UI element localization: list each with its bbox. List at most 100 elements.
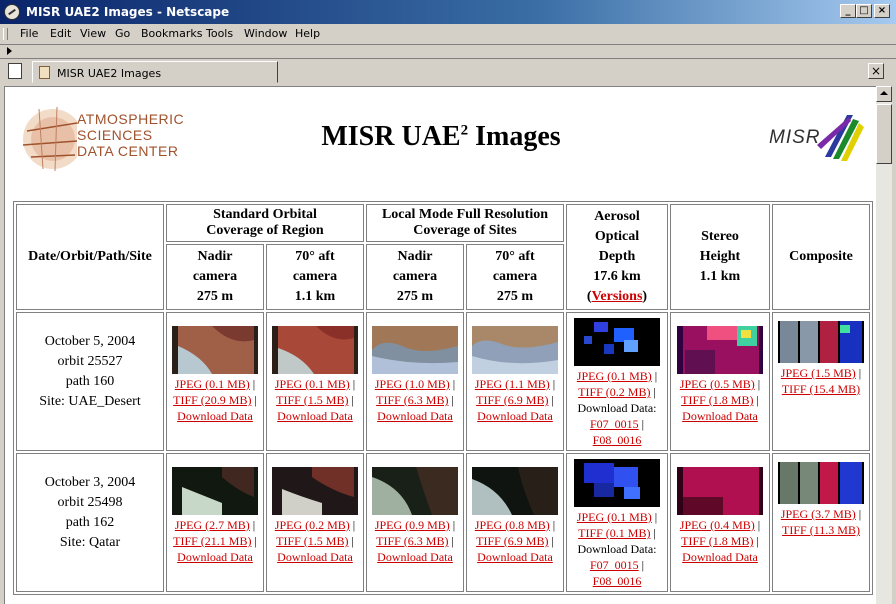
close-window-button[interactable]: × [874,4,890,18]
aerosol-thumbnail[interactable] [574,318,660,366]
netscape-icon[interactable] [4,4,20,20]
menu-bar: File Edit View Go Bookmarks Tools Window… [0,24,896,45]
download-data-link[interactable]: Download Data [682,550,758,564]
stereo-line1: Stereo [701,229,739,244]
expand-toolbar-icon[interactable] [7,47,12,55]
versions-link[interactable]: Versions [592,289,643,304]
download-data-link[interactable]: Download Data [682,409,758,423]
tiff-link[interactable]: TIFF (1.8 MB) [681,534,753,548]
tiff-link[interactable]: TIFF (20.9 MB) [173,393,251,407]
composite-thumbnail[interactable] [778,462,864,504]
jpeg-link[interactable]: JPEG (0.9 MB) [375,518,450,532]
download-data-link[interactable]: Download Data [377,550,453,564]
tiff-link[interactable]: TIFF (11.3 MB) [782,523,860,537]
local-nadir-cell: JPEG (0.9 MB) | TIFF (6.3 MB) | Download… [366,453,464,592]
download-data-link[interactable]: Download Data [377,409,453,423]
jpeg-link[interactable]: JPEG (1.1 MB) [475,377,550,391]
window-title: MISR UAE2 Images - Netscape [26,5,230,19]
loc-nadir-l2: camera [392,269,438,284]
tiff-link[interactable]: TIFF (1.8 MB) [681,393,753,407]
f08-link[interactable]: F08_0016 [593,433,642,447]
table-row: October 3, 2004 orbit 25498 path 162 Sit… [16,453,870,592]
new-tab-icon[interactable] [8,63,22,79]
std-aft-thumbnail[interactable] [272,326,358,374]
f07-link[interactable]: F07_0015 [590,558,639,572]
stereo-thumbnail[interactable] [677,467,763,515]
f08-link[interactable]: F08_0016 [593,574,642,588]
jpeg-link[interactable]: JPEG (1.0 MB) [375,377,450,391]
row-orbit: orbit 25527 [57,353,123,369]
vertical-scrollbar[interactable] [876,86,892,604]
jpeg-link[interactable]: JPEG (0.5 MB) [680,377,755,391]
menu-view[interactable]: View [80,27,106,40]
close-tab-button[interactable]: × [868,63,884,79]
col-header-composite: Composite [772,204,870,310]
scroll-thumb[interactable] [876,104,892,164]
menu-help[interactable]: Help [295,27,320,40]
download-data-link[interactable]: Download Data [477,550,553,564]
std-aft-thumbnail[interactable] [272,467,358,515]
tab-misr-uae2[interactable]: MISR UAE2 Images [32,61,278,83]
jpeg-link[interactable]: JPEG (0.2 MB) [275,518,350,532]
tiff-link[interactable]: TIFF (6.9 MB) [476,393,548,407]
download-data-link[interactable]: Download Data [477,409,553,423]
menu-window[interactable]: Window [244,27,287,40]
jpeg-link[interactable]: JPEG (0.1 MB) [577,510,652,524]
jpeg-link[interactable]: JPEG (1.5 MB) [781,366,856,380]
jpeg-link[interactable]: JPEG (0.1 MB) [175,377,250,391]
minimize-button[interactable]: _ [840,4,856,18]
f07-link[interactable]: F07_0015 [590,417,639,431]
local-aft-thumbnail[interactable] [472,467,558,515]
menu-grip[interactable] [3,28,8,40]
tiff-link[interactable]: TIFF (6.3 MB) [376,393,448,407]
table-row: October 5, 2004 orbit 25527 path 160 Sit… [16,312,870,451]
row-date: October 5, 2004 [44,333,136,349]
scroll-up-button[interactable] [876,86,892,102]
std-nadir-thumbnail[interactable] [172,467,258,515]
local-aft-cell: JPEG (0.8 MB) | TIFF (6.9 MB) | Download… [466,453,564,592]
download-data-link[interactable]: Download Data [277,409,353,423]
tiff-link[interactable]: TIFF (21.1 MB) [173,534,251,548]
tiff-link[interactable]: TIFF (6.3 MB) [376,534,448,548]
maximize-button[interactable]: □ [856,4,872,18]
col-header-std-aft: 70° aft camera 1.1 km [266,244,364,310]
menu-go[interactable]: Go [115,27,130,40]
std-aft-l2: camera [292,269,338,284]
col-group-local: Local Mode Full Resolution Coverage of Si… [366,204,564,242]
jpeg-link[interactable]: JPEG (0.1 MB) [275,377,350,391]
std-aft-l3: 1.1 km [294,289,336,304]
menu-edit[interactable]: Edit [50,27,71,40]
stereo-line2: Height [699,249,741,264]
menu-file[interactable]: File [20,27,38,40]
tiff-link[interactable]: TIFF (6.9 MB) [476,534,548,548]
jpeg-link[interactable]: JPEG (0.1 MB) [577,369,652,383]
download-data-link[interactable]: Download Data [177,550,253,564]
download-data-link[interactable]: Download Data [177,409,253,423]
jpeg-link[interactable]: JPEG (2.7 MB) [175,518,250,532]
aerosol-thumbnail[interactable] [574,459,660,507]
local-nadir-thumbnail[interactable] [372,467,458,515]
local-nadir-thumbnail[interactable] [372,326,458,374]
stereo-thumbnail[interactable] [677,326,763,374]
col-header-local-aft: 70° aft camera 275 m [466,244,564,310]
tiff-link[interactable]: TIFF (0.1 MB) [578,526,650,540]
std-nadir-l1: Nadir [197,249,233,264]
jpeg-link[interactable]: JPEG (0.4 MB) [680,518,755,532]
std-nadir-l3: 275 m [196,289,234,304]
tiff-link[interactable]: TIFF (1.5 MB) [276,393,348,407]
download-data-link[interactable]: Download Data [277,550,353,564]
menu-bookmarks[interactable]: Bookmarks [141,27,202,40]
group-local-line2: Coverage of Sites [413,223,517,238]
tiff-link[interactable]: TIFF (1.5 MB) [276,534,348,548]
download-data-label: Download Data: [577,401,657,415]
composite-thumbnail[interactable] [778,321,864,363]
loc-nadir-l1: Nadir [397,249,433,264]
std-nadir-thumbnail[interactable] [172,326,258,374]
tiff-link[interactable]: TIFF (15.4 MB) [782,382,860,396]
jpeg-link[interactable]: JPEG (3.7 MB) [781,507,856,521]
local-aft-thumbnail[interactable] [472,326,558,374]
misr-logo[interactable]: MISR [769,109,865,165]
jpeg-link[interactable]: JPEG (0.8 MB) [475,518,550,532]
menu-tools[interactable]: Tools [206,27,233,40]
tiff-link[interactable]: TIFF (0.2 MB) [578,385,650,399]
